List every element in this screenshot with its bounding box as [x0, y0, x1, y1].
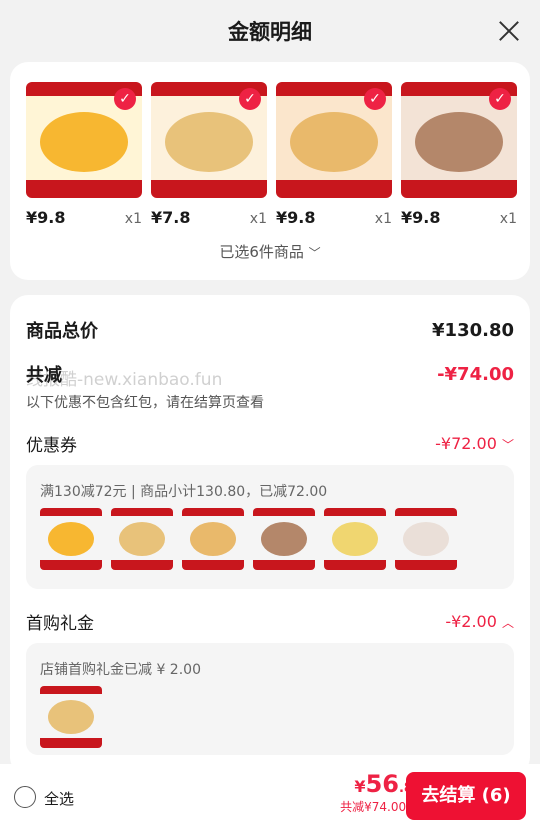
- product-price: ¥9.8: [26, 208, 66, 227]
- discount-note: 以下优惠不包含红包，请在结算页查看: [26, 395, 264, 411]
- product-qty: x1: [124, 211, 142, 227]
- product-item[interactable]: ✓ ¥7.8 x1: [151, 82, 267, 227]
- bottom-bar: 全选 ¥56.80 共减¥74.00 ﹀ 去结算 (6): [0, 764, 540, 823]
- coupon-row[interactable]: 优惠券 -¥72.00 ﹀: [26, 431, 514, 456]
- total-price-value: ¥130.80: [432, 319, 514, 341]
- check-icon[interactable]: ✓: [364, 88, 386, 110]
- gift-product-thumbnail: [40, 686, 102, 748]
- price-summary-card: 商品总价 ¥130.80 线报酷-new.xianbao.fun 共减 -¥74.0…: [10, 295, 530, 775]
- coupon-detail-box: 满130减72元 | 商品小计130.80，已减72.00: [26, 465, 514, 589]
- product-price: ¥7.8: [151, 208, 191, 227]
- product-item[interactable]: ✓ ¥9.8 x1: [276, 82, 392, 227]
- product-qty: x1: [249, 211, 267, 227]
- product-thumbnail: ✓: [401, 82, 517, 198]
- products-card: ✓ ¥9.8 x1 ✓ ¥7.8 x1 ✓ ¥9.8 x1 ✓ ¥9.8 x1 已: [10, 62, 530, 280]
- gift-label: 首购礼金: [26, 614, 94, 634]
- product-item[interactable]: ✓ ¥9.8 x1: [401, 82, 517, 227]
- coupon-product-thumbnail: [182, 508, 244, 570]
- selected-count-toggle[interactable]: 已选6件商品 ﹀: [10, 241, 530, 262]
- total-discount-value: -¥74.00: [437, 363, 514, 385]
- coupon-product-thumbnail: [324, 508, 386, 570]
- product-thumbnail: ✓: [151, 82, 267, 198]
- selected-count-label: 已选6件商品: [219, 243, 304, 261]
- gift-detail-text: 店铺首购礼金已减 ¥ 2.00: [40, 662, 201, 678]
- total-discount-label: 共减: [26, 365, 62, 386]
- discount-summary-text: 共减¥74.00: [340, 800, 407, 814]
- coupon-label: 优惠券: [26, 436, 77, 456]
- product-item[interactable]: ✓ ¥9.8 x1: [26, 82, 142, 227]
- coupon-product-thumbnail: [40, 508, 102, 570]
- product-thumbnail: ✓: [26, 82, 142, 198]
- coupon-product-thumbnail: [111, 508, 173, 570]
- product-price: ¥9.8: [401, 208, 441, 227]
- chevron-down-icon: ﹀: [308, 246, 321, 260]
- check-icon[interactable]: ✓: [114, 88, 136, 110]
- currency-symbol: ¥: [354, 777, 366, 796]
- check-icon[interactable]: ✓: [239, 88, 261, 110]
- chevron-down-icon: ﹀: [501, 438, 514, 452]
- close-icon[interactable]: [498, 20, 520, 42]
- gift-row[interactable]: 首购礼金 -¥2.00 ︿: [26, 609, 514, 634]
- page-title: 金额明细: [228, 20, 312, 44]
- total-price-label: 商品总价: [26, 321, 98, 342]
- product-qty: x1: [499, 211, 517, 227]
- product-thumbnail: ✓: [276, 82, 392, 198]
- amount-detail-sheet: 金额明细 ✓ ¥9.8 x1 ✓ ¥7.8 x1 ✓ ¥9.8 x1 ✓ ¥9.…: [0, 0, 540, 823]
- gift-value: -¥2.00: [445, 612, 497, 631]
- amount-integer: 56: [365, 770, 399, 798]
- product-price: ¥9.8: [276, 208, 316, 227]
- chevron-up-icon: ︿: [501, 616, 514, 630]
- select-all-label[interactable]: 全选: [44, 788, 74, 809]
- header: 金额明细: [0, 0, 540, 62]
- check-icon[interactable]: ✓: [489, 88, 511, 110]
- coupon-detail-text: 满130减72元 | 商品小计130.80，已减72.00: [40, 484, 328, 500]
- coupon-product-thumbnail: [253, 508, 315, 570]
- coupon-product-thumbnail: [395, 508, 457, 570]
- product-qty: x1: [374, 211, 392, 227]
- coupon-value: -¥72.00: [435, 434, 497, 453]
- gift-detail-box: 店铺首购礼金已减 ¥ 2.00: [26, 643, 514, 755]
- select-all-radio[interactable]: [14, 786, 36, 808]
- checkout-button[interactable]: 去结算 (6): [406, 772, 526, 820]
